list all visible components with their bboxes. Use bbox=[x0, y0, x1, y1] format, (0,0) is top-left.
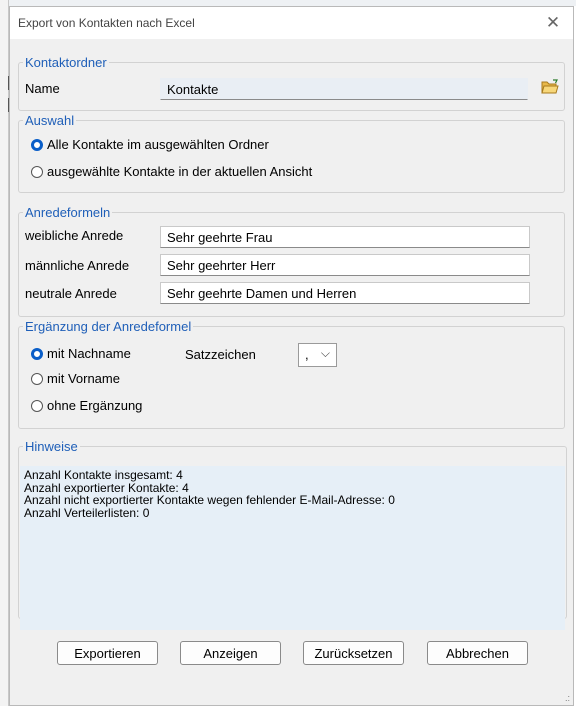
radio-label: mit Nachname bbox=[47, 346, 131, 361]
hint-line: Anzahl Verteilerlisten: 0 bbox=[24, 505, 150, 520]
radio-selected-contacts[interactable]: ausgewählte Kontakte in der aktuellen An… bbox=[31, 164, 312, 179]
radio-all-contacts[interactable]: Alle Kontakte im ausgewählten Ordner bbox=[31, 137, 269, 152]
folder-open-icon[interactable] bbox=[541, 79, 559, 95]
kontaktordner-legend: Kontaktordner bbox=[25, 55, 107, 70]
punctuation-select[interactable]: , ⌵ bbox=[298, 343, 337, 367]
radio-label: Alle Kontakte im ausgewählten Ordner bbox=[47, 137, 269, 152]
auswahl-group: Auswahl bbox=[18, 113, 565, 193]
radio-with-lastname[interactable]: mit Nachname bbox=[31, 346, 131, 361]
hinweise-group: Hinweise Anzahl Kontakte insgesamt: 4 An… bbox=[18, 439, 567, 630]
window-title: Export von Kontakten nach Excel bbox=[18, 16, 195, 30]
title-bar: Export von Kontakten nach Excel ✕ bbox=[10, 7, 573, 39]
radio-indicator bbox=[31, 399, 43, 412]
show-button[interactable]: Anzeigen bbox=[180, 641, 281, 665]
export-dialog: Export von Kontakten nach Excel ✕ Kontak… bbox=[9, 6, 574, 706]
cancel-button[interactable]: Abbrechen bbox=[427, 641, 528, 665]
male-salutation-label: männliche Anrede bbox=[25, 258, 130, 273]
radio-indicator bbox=[31, 165, 43, 178]
export-button[interactable]: Exportieren bbox=[57, 641, 158, 665]
close-icon: ✕ bbox=[545, 13, 561, 33]
neutral-salutation-field[interactable]: Sehr geehrte Damen und Herren bbox=[160, 282, 530, 304]
auswahl-legend: Auswahl bbox=[25, 113, 75, 128]
male-salutation-field[interactable]: Sehr geehrter Herr bbox=[160, 254, 530, 276]
neutral-salutation-label: neutrale Anrede bbox=[25, 286, 117, 301]
punctuation-value: , bbox=[305, 347, 309, 362]
radio-selected-indicator bbox=[31, 138, 43, 151]
female-salutation-field[interactable]: Sehr geehrte Frau bbox=[160, 226, 530, 248]
resize-grip[interactable]: .: bbox=[565, 693, 570, 703]
radio-with-firstname[interactable]: mit Vorname bbox=[31, 371, 120, 386]
hint-line: Anzahl Kontakte insgesamt: 4 bbox=[24, 468, 183, 482]
reset-button[interactable]: Zurücksetzen bbox=[303, 641, 404, 665]
radio-no-addition[interactable]: ohne Ergänzung bbox=[31, 398, 142, 413]
chevron-down-icon: ⌵ bbox=[320, 346, 330, 360]
folder-name-field[interactable]: Kontakte bbox=[160, 78, 528, 100]
name-label: Name bbox=[25, 81, 60, 96]
hints-textarea[interactable]: Anzahl Kontakte insgesamt: 4 Anzahl expo… bbox=[20, 466, 565, 630]
radio-label: mit Vorname bbox=[47, 371, 120, 386]
ergaenzung-legend: Ergänzung der Anredeformel bbox=[25, 319, 192, 334]
radio-selected-indicator bbox=[31, 347, 43, 360]
close-button[interactable]: ✕ bbox=[533, 7, 573, 39]
radio-label: ohne Ergänzung bbox=[47, 398, 143, 413]
female-salutation-label: weibliche Anrede bbox=[25, 228, 124, 243]
punctuation-label: Satzzeichen bbox=[185, 347, 256, 362]
radio-indicator bbox=[31, 372, 43, 385]
hinweise-legend: Hinweise bbox=[25, 439, 78, 454]
hint-line: Anzahl nicht exportierter Kontakte wegen… bbox=[24, 493, 395, 507]
radio-label: ausgewählte Kontakte in der aktuellen An… bbox=[47, 164, 313, 179]
anredeformeln-legend: Anredeformeln bbox=[25, 205, 111, 220]
